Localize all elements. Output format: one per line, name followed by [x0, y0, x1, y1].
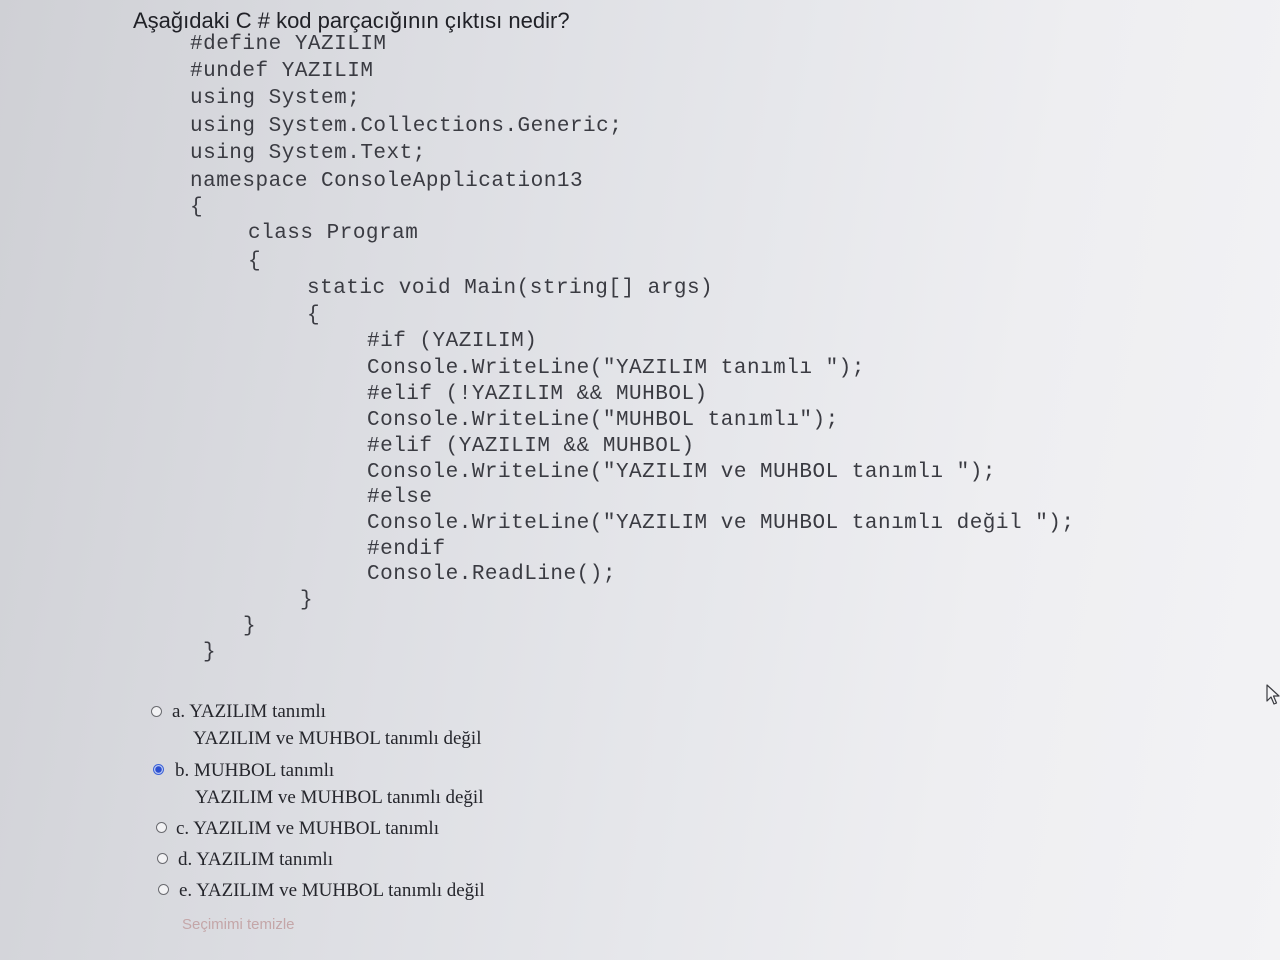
option-a-continuation: YAZILIM ve MUHBOL tanımlı değil [193, 728, 482, 749]
code-line: #else [367, 486, 433, 509]
code-line: #if (YAZILIM) [367, 330, 538, 353]
question-text: Aşağıdaki C # kod parçacığının çıktısı n… [133, 8, 570, 33]
code-line: Console.ReadLine(); [367, 563, 616, 586]
code-line: { [190, 196, 204, 219]
code-line: using System.Collections.Generic; [190, 115, 623, 138]
code-line: static void Main(string[] args) [307, 277, 714, 300]
code-line: } [203, 641, 217, 664]
code-line: } [300, 589, 314, 612]
option-d-radio[interactable] [157, 853, 168, 864]
mouse-pointer-icon [1266, 684, 1280, 705]
code-line: Console.WriteLine("YAZILIM ve MUHBOL tan… [367, 461, 996, 484]
code-line: using System; [190, 87, 361, 110]
option-a-label[interactable]: a. YAZILIM tanımlı [172, 701, 326, 723]
code-line: class Program [248, 222, 419, 245]
code-line: #elif (YAZILIM && MUHBOL) [367, 435, 695, 458]
code-line: #define YAZILIM [190, 33, 387, 56]
option-d-label[interactable]: d. YAZILIM tanımlı [178, 849, 333, 871]
code-line: namespace ConsoleApplication13 [190, 170, 584, 193]
option-e-label[interactable]: e. YAZILIM ve MUHBOL tanımlı değil [179, 880, 485, 902]
option-a-radio[interactable] [151, 706, 162, 717]
code-line: #undef YAZILIM [190, 60, 374, 83]
code-line: { [248, 250, 262, 273]
code-line: using System.Text; [190, 142, 426, 165]
option-b-label[interactable]: b. MUHBOL tanımlı [175, 760, 334, 782]
code-line: { [307, 304, 321, 327]
code-line: Console.WriteLine("YAZILIM ve MUHBOL tan… [367, 512, 1075, 535]
clear-choice-link[interactable]: Seçimimi temizle [182, 916, 295, 933]
code-line: #endif [367, 538, 446, 561]
code-line: } [243, 615, 257, 638]
option-c-radio[interactable] [156, 822, 167, 833]
option-e-radio[interactable] [158, 884, 169, 895]
code-line: Console.WriteLine("YAZILIM tanımlı "); [367, 357, 865, 380]
option-c-label[interactable]: c. YAZILIM ve MUHBOL tanımlı [176, 818, 439, 840]
option-b-continuation: YAZILIM ve MUHBOL tanımlı değil [195, 787, 484, 808]
option-b-radio[interactable] [153, 764, 164, 775]
code-line: #elif (!YAZILIM && MUHBOL) [367, 383, 708, 406]
code-line: Console.WriteLine("MUHBOL tanımlı"); [367, 409, 839, 432]
